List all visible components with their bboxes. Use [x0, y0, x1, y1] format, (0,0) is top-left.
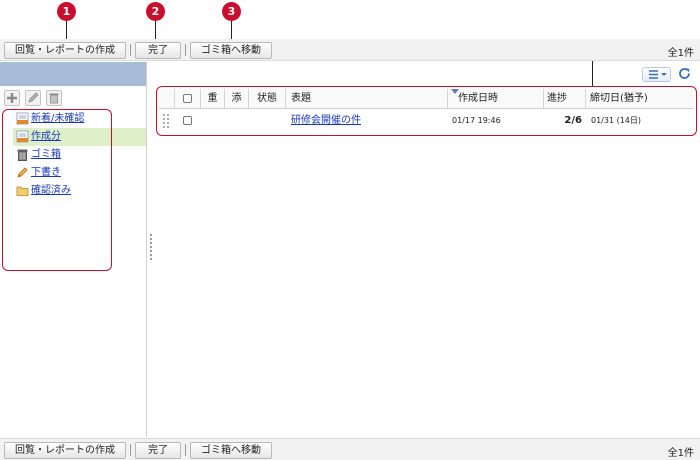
complete-button[interactable]: 完了 [135, 42, 181, 59]
col-progress[interactable]: 進捗 [544, 89, 586, 108]
view-menu-button[interactable] [642, 67, 671, 82]
toolbar-separator [130, 44, 131, 56]
col-deadline-label: 締切日(猶予) [590, 93, 648, 104]
total-count: 全1件 [667, 48, 694, 59]
panel-splitter-handle[interactable] [148, 232, 154, 262]
add-folder-icon[interactable] [4, 90, 20, 106]
col-created-label: 作成日時 [458, 93, 498, 104]
header-grip [159, 89, 175, 108]
toolbar-separator [130, 444, 131, 456]
col-progress-label: 進捗 [547, 93, 567, 104]
callout-leader-1 [66, 21, 67, 40]
select-all-checkbox[interactable] [183, 94, 192, 103]
callout-marker-1: 1 [57, 2, 76, 21]
col-priority[interactable]: 重 [201, 89, 225, 108]
row-created: 01/17 19:46 [452, 116, 501, 125]
callout-marker-3: 3 [222, 2, 241, 21]
message-list: 重 添 状態 表題 作成日時 進捗 締切日(猶予) 研修会開催の件 01/17 … [156, 86, 697, 136]
main-list-area: 重 添 状態 表題 作成日時 進捗 締切日(猶予) 研修会開催の件 01/17 … [156, 62, 700, 437]
toolbar-separator [185, 44, 186, 56]
sort-descending-icon [451, 89, 459, 94]
list-actions [156, 62, 700, 86]
col-status[interactable]: 状態 [249, 89, 286, 108]
complete-button-bottom[interactable]: 完了 [135, 442, 181, 459]
toolbar-separator [185, 444, 186, 456]
edit-folder-icon[interactable] [25, 90, 41, 106]
move-to-trash-button-bottom[interactable]: ゴミ箱へ移動 [190, 442, 272, 459]
delete-folder-icon[interactable] [46, 90, 62, 106]
total-count-bottom: 全1件 [667, 448, 694, 459]
refresh-icon[interactable] [677, 66, 692, 81]
top-toolbar: 回覧・レポートの作成 完了 ゴミ箱へ移動 全1件 [0, 39, 700, 61]
callout-leader-2 [155, 21, 156, 40]
row-title-cell: 研修会開催の件 [286, 110, 448, 132]
create-report-button-bottom[interactable]: 回覧・レポートの作成 [4, 442, 126, 459]
create-report-button[interactable]: 回覧・レポートの作成 [4, 42, 126, 59]
list-view-icon [649, 70, 667, 79]
table-row[interactable]: 研修会開催の件 01/17 19:46 2/6 01/31 (14日) [159, 110, 694, 132]
row-deadline: 01/31 (14日) [591, 116, 642, 125]
col-attachment[interactable]: 添 [225, 89, 249, 108]
folder-list-highlight [2, 109, 112, 271]
folder-panel-header [0, 62, 146, 86]
row-drag-handle[interactable] [159, 110, 175, 132]
col-title-label: 表題 [291, 93, 311, 104]
header-select [175, 89, 201, 108]
list-header-row: 重 添 状態 表題 作成日時 進捗 締切日(猶予) [159, 89, 694, 109]
folder-panel: 新着/未確認 作成分 ゴミ箱 下書き 確認済み [0, 62, 147, 437]
row-title-link[interactable]: 研修会開催の件 [291, 115, 361, 126]
callout-leader-3 [231, 21, 232, 40]
row-checkbox[interactable] [183, 116, 192, 125]
bottom-toolbar: 回覧・レポートの作成 完了 ゴミ箱へ移動 全1件 [0, 438, 700, 460]
col-deadline[interactable]: 締切日(猶予) [586, 89, 694, 108]
callout-marker-2: 2 [146, 2, 165, 21]
col-created[interactable]: 作成日時 [448, 89, 544, 108]
move-to-trash-button[interactable]: ゴミ箱へ移動 [190, 42, 272, 59]
col-title[interactable]: 表題 [286, 89, 448, 108]
row-progress: 2/6 [564, 115, 582, 126]
row-select [175, 110, 201, 132]
